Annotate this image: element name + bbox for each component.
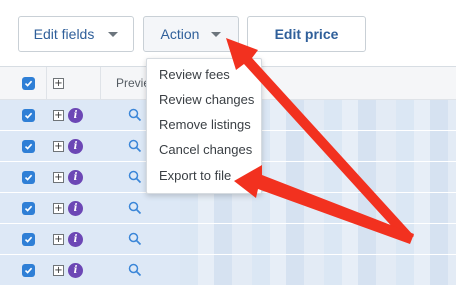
menu-item-remove-listings[interactable]: Remove listings <box>147 113 261 137</box>
expand-row-icon[interactable]: + <box>53 265 64 276</box>
magnifier-icon[interactable] <box>128 201 142 215</box>
magnifier-icon[interactable] <box>128 170 142 184</box>
action-button[interactable]: Action <box>143 16 239 52</box>
table-row[interactable]: + i <box>0 224 456 255</box>
info-icon[interactable]: i <box>68 263 83 278</box>
info-icon[interactable]: i <box>68 201 83 216</box>
menu-item-review-fees[interactable]: Review fees <box>147 63 261 87</box>
magnifier-icon[interactable] <box>128 108 142 122</box>
preview-column-header[interactable]: Previe <box>116 76 150 90</box>
select-all-checkbox[interactable] <box>22 77 35 90</box>
checkmark-icon <box>24 80 33 87</box>
checkmark-icon <box>24 205 33 212</box>
blurred-row-content <box>180 224 456 254</box>
caret-down-icon <box>211 31 222 37</box>
expand-row-icon[interactable]: + <box>53 110 64 121</box>
edit-price-label: Edit price <box>274 26 339 42</box>
magnifier-icon[interactable] <box>128 139 142 153</box>
action-label: Action <box>160 26 200 42</box>
toolbar: Edit fields Action Edit price <box>0 0 456 67</box>
info-icon[interactable]: i <box>68 232 83 247</box>
expand-row-icon[interactable]: + <box>53 141 64 152</box>
row-checkbox[interactable] <box>22 233 35 246</box>
expand-all-icon[interactable]: + <box>53 78 64 89</box>
edit-fields-button[interactable]: Edit fields <box>18 16 134 52</box>
expand-row-icon[interactable]: + <box>53 172 64 183</box>
checkmark-icon <box>24 267 33 274</box>
menu-item-export-to-file[interactable]: Export to file <box>147 164 261 188</box>
row-checkbox[interactable] <box>22 140 35 153</box>
menu-item-review-changes[interactable]: Review changes <box>147 88 261 112</box>
info-icon[interactable]: i <box>68 170 83 185</box>
row-checkbox[interactable] <box>22 202 35 215</box>
expand-row-icon[interactable]: + <box>53 203 64 214</box>
info-icon[interactable]: i <box>68 108 83 123</box>
action-dropdown-menu: Review fees Review changes Remove listin… <box>146 58 262 194</box>
checkmark-icon <box>24 112 33 119</box>
blurred-row-content <box>180 193 456 223</box>
row-checkbox[interactable] <box>22 264 35 277</box>
row-checkbox[interactable] <box>22 171 35 184</box>
row-checkbox[interactable] <box>22 109 35 122</box>
edit-fields-label: Edit fields <box>33 26 95 42</box>
magnifier-icon[interactable] <box>128 232 142 246</box>
expand-row-icon[interactable]: + <box>53 234 64 245</box>
menu-item-cancel-changes[interactable]: Cancel changes <box>147 138 261 162</box>
table-row[interactable]: + i <box>0 193 456 224</box>
caret-down-icon <box>108 31 119 37</box>
edit-price-button[interactable]: Edit price <box>247 16 366 52</box>
checkmark-icon <box>24 236 33 243</box>
info-icon[interactable]: i <box>68 139 83 154</box>
checkmark-icon <box>24 174 33 181</box>
magnifier-icon[interactable] <box>128 263 142 277</box>
checkmark-icon <box>24 143 33 150</box>
